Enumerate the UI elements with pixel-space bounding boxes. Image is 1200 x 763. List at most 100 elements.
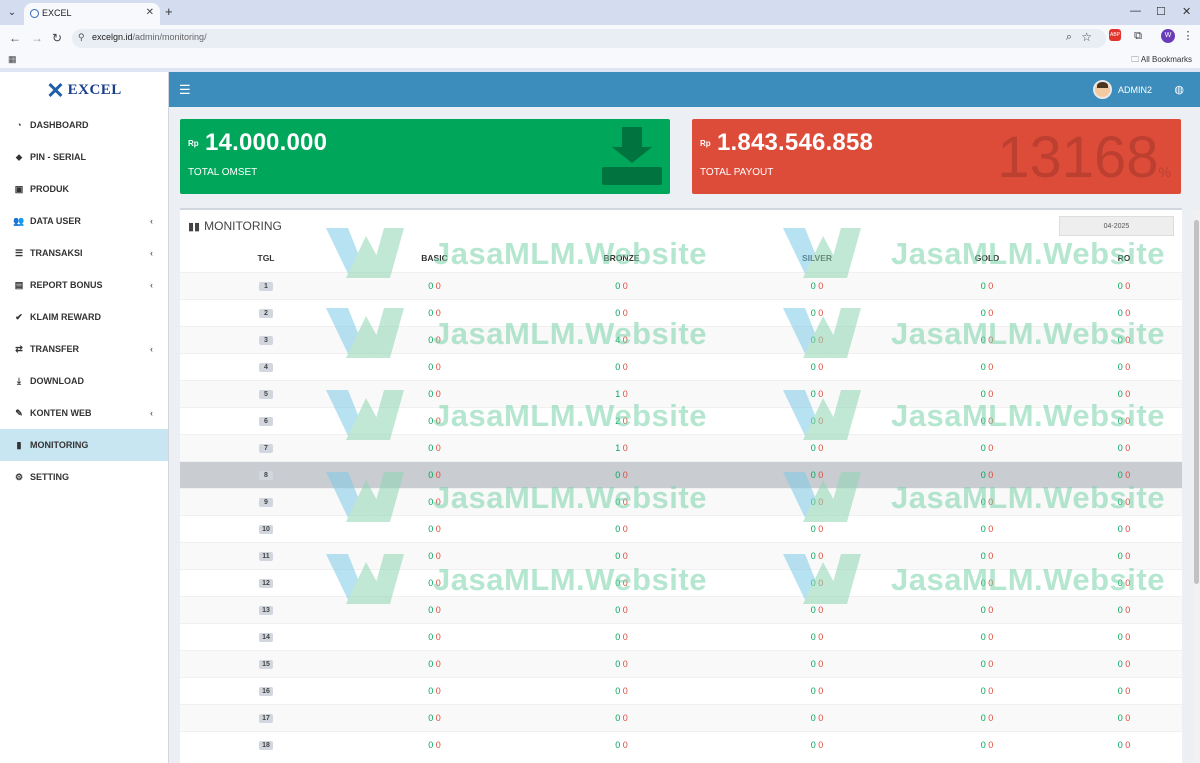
page-scrollbar[interactable] bbox=[1193, 210, 1200, 763]
column-header-basic: BASIC bbox=[421, 252, 448, 263]
gold-count-red: 0 bbox=[988, 388, 994, 399]
all-bookmarks-button[interactable]: 🗀 All Bookmarks bbox=[1131, 54, 1192, 68]
cube-icon: ▣ bbox=[14, 183, 24, 194]
table-row: 10 0 00 00 00 00 0 bbox=[180, 514, 1182, 542]
chevron-left-icon[interactable]: ‹ bbox=[150, 344, 153, 354]
basic-count-green: 0 bbox=[428, 280, 434, 291]
cell-bronze: 1 0 bbox=[517, 433, 726, 461]
sidebar-item-produk[interactable]: ▣ PRODUK bbox=[0, 173, 168, 205]
hamburger-menu-icon[interactable]: ☰ bbox=[179, 82, 191, 98]
profile-avatar-icon[interactable]: W bbox=[1161, 29, 1175, 43]
zoom-icon[interactable]: ⌕ bbox=[1066, 31, 1072, 44]
bookmark-star-icon[interactable]: ☆ bbox=[1081, 30, 1092, 44]
sidebar-item-label: SETTING bbox=[30, 472, 70, 482]
reload-icon[interactable]: ↻ bbox=[52, 31, 62, 45]
gold-count-green: 0 bbox=[980, 361, 986, 372]
chevron-left-icon[interactable]: ‹ bbox=[150, 280, 153, 290]
globe-icon[interactable]: ◍ bbox=[1174, 83, 1184, 96]
payout-percentage-value: 13168 bbox=[997, 125, 1159, 190]
cell-tgl: 1 bbox=[180, 271, 352, 299]
cell-ro: 0 0 bbox=[1066, 730, 1182, 758]
basic-count-red: 0 bbox=[435, 388, 441, 399]
cell-gold: 0 0 bbox=[908, 271, 1066, 299]
panel-title: ▮▮ MONITORING bbox=[188, 219, 282, 233]
bronze-count-red: 0 bbox=[622, 739, 628, 750]
cell-ro: 0 0 bbox=[1066, 622, 1182, 650]
sidebar-item-transaksi[interactable]: ☰ TRANSAKSI ‹ bbox=[0, 237, 168, 269]
column-header-gold: GOLD bbox=[974, 252, 1000, 263]
basic-count-red: 0 bbox=[435, 361, 441, 372]
browser-menu-icon[interactable]: ⋮ bbox=[1181, 29, 1195, 43]
cell-gold: 0 0 bbox=[908, 514, 1066, 542]
extensions-puzzle-icon[interactable]: ⧉ bbox=[1131, 29, 1145, 43]
apps-grid-icon[interactable]: ▦ bbox=[8, 54, 17, 65]
month-picker-input[interactable] bbox=[1059, 216, 1174, 236]
sidebar-item-pin-serial[interactable]: ⬥ PIN - SERIAL bbox=[0, 141, 168, 173]
sidebar-item-download[interactable]: ⤓ DOWNLOAD bbox=[0, 365, 168, 397]
sidebar-item-setting[interactable]: ⚙ SETTING bbox=[0, 461, 168, 493]
bronze-count-green: 0 bbox=[615, 631, 621, 642]
day-badge: 10 bbox=[259, 525, 273, 534]
chevron-left-icon[interactable]: ‹ bbox=[150, 408, 153, 418]
ro-count-red: 0 bbox=[1125, 415, 1131, 426]
sidebar-item-monitoring[interactable]: ▮ MONITORING bbox=[0, 429, 168, 461]
maximize-icon[interactable]: ☐ bbox=[1156, 5, 1166, 18]
gold-count-red: 0 bbox=[988, 604, 994, 615]
cell-ro: 0 0 bbox=[1066, 271, 1182, 299]
bookmarks-bar: ▦ 🗀 All Bookmarks bbox=[0, 51, 1200, 68]
chevron-left-icon[interactable]: ‹ bbox=[150, 248, 153, 258]
sidebar-item-report-bonus[interactable]: ▤ REPORT BONUS ‹ bbox=[0, 269, 168, 301]
sidebar-item-transfer[interactable]: ⇄ TRANSFER ‹ bbox=[0, 333, 168, 365]
basic-count-green: 0 bbox=[428, 415, 434, 426]
chevron-left-icon[interactable]: ‹ bbox=[150, 216, 153, 226]
forward-arrow-icon[interactable]: → bbox=[31, 31, 43, 45]
bronze-count-green: 0 bbox=[615, 469, 621, 480]
site-info-icon[interactable]: ⚲ bbox=[78, 32, 85, 43]
browser-tab[interactable]: EXCEL ✕ bbox=[24, 3, 160, 25]
sidebar-item-dashboard[interactable]: ◔ DASHBOARD bbox=[0, 109, 168, 141]
favicon-icon bbox=[30, 9, 39, 18]
sidebar-item-klaim-reward[interactable]: ✔ KLAIM REWARD bbox=[0, 301, 168, 333]
back-arrow-icon[interactable]: ← bbox=[9, 31, 21, 45]
sidebar-item-label: KLAIM REWARD bbox=[30, 312, 101, 322]
tab-close-icon[interactable]: ✕ bbox=[146, 3, 154, 23]
adblock-extension-icon[interactable]: ABP bbox=[1109, 29, 1121, 41]
ro-count-red: 0 bbox=[1125, 712, 1131, 723]
scrollbar-thumb[interactable] bbox=[1194, 220, 1199, 584]
day-badge: 11 bbox=[259, 552, 273, 561]
silver-count-green: 0 bbox=[810, 469, 816, 480]
cell-basic: 0 0 bbox=[352, 730, 517, 758]
cell-silver: 0 0 bbox=[726, 703, 908, 731]
basic-count-green: 0 bbox=[428, 604, 434, 615]
users-icon: 👥 bbox=[13, 215, 25, 226]
sidebar-item-data-user[interactable]: 👥 DATA USER ‹ bbox=[0, 205, 168, 237]
cell-silver: 0 0 bbox=[726, 730, 908, 758]
window-close-icon[interactable]: ✕ bbox=[1182, 5, 1191, 18]
silver-count-red: 0 bbox=[818, 712, 824, 723]
sidebar-item-konten-web[interactable]: ✎ KONTEN WEB ‹ bbox=[0, 397, 168, 429]
ro-count-green: 0 bbox=[1117, 334, 1123, 345]
new-tab-plus-icon[interactable]: + bbox=[165, 4, 173, 19]
cell-tgl: 7 bbox=[180, 433, 352, 461]
cell-basic: 0 0 bbox=[352, 568, 517, 596]
gold-count-red: 0 bbox=[988, 496, 994, 507]
url-field[interactable]: ⚲ excelgn.id/admin/monitoring/ ⌕ ☆ bbox=[72, 29, 1106, 48]
cell-basic: 0 0 bbox=[352, 406, 517, 434]
user-menu[interactable]: ADMIN2 bbox=[1092, 80, 1152, 99]
cell-tgl: 16 bbox=[180, 676, 352, 704]
ro-count-red: 0 bbox=[1125, 577, 1131, 588]
cell-basic: 0 0 bbox=[352, 271, 517, 299]
minimize-icon[interactable]: — bbox=[1130, 5, 1141, 17]
cell-silver: 0 0 bbox=[726, 541, 908, 569]
ro-count-green: 0 bbox=[1117, 550, 1123, 561]
app-logo[interactable]: ✕ EXCEL bbox=[0, 72, 168, 109]
table-row: 90 00 00 00 00 0 bbox=[180, 487, 1182, 515]
tab-search-chevron-icon[interactable]: ⌄ bbox=[4, 5, 20, 21]
day-badge: 16 bbox=[259, 687, 273, 696]
money-icon: ▤ bbox=[14, 279, 24, 290]
list-icon: ☰ bbox=[14, 247, 24, 258]
cell-ro: 0 0 bbox=[1066, 379, 1182, 407]
silver-count-green: 0 bbox=[810, 550, 816, 561]
gold-count-green: 0 bbox=[980, 658, 986, 669]
gold-count-red: 0 bbox=[988, 307, 994, 318]
